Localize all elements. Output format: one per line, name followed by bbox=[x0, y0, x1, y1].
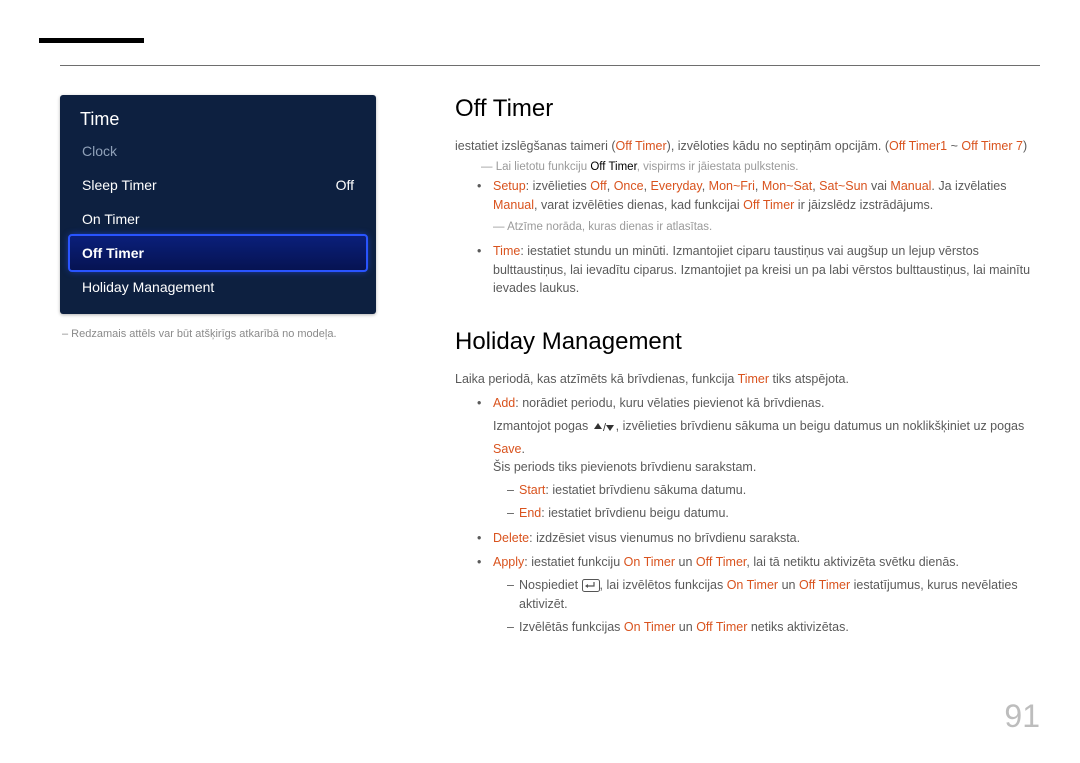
menu-item-label: Holiday Management bbox=[82, 279, 214, 295]
menu-title: Time bbox=[60, 95, 376, 134]
menu-item-off-timer[interactable]: Off Timer bbox=[70, 236, 366, 270]
top-divider bbox=[60, 65, 1040, 66]
up-down-arrows-icon: / bbox=[592, 420, 616, 440]
apply-dash-list: Nospiediet , lai izvēlētos funkcijas On … bbox=[507, 576, 1040, 636]
bullet-delete: Delete: izdzēsiet visus vienumus no brīv… bbox=[481, 529, 1040, 548]
bullet-add: Add: norādiet periodu, kuru vēlaties pie… bbox=[481, 394, 1040, 523]
menu-item-holiday-management[interactable]: Holiday Management bbox=[70, 270, 366, 304]
off-timer-lead: iestatiet izslēgšanas taimeri (Off Timer… bbox=[455, 139, 1040, 153]
svg-text:/: / bbox=[603, 422, 607, 434]
add-dash-list: Start: iestatiet brīvdienu sākuma datumu… bbox=[507, 481, 1040, 523]
menu-item-label: On Timer bbox=[82, 211, 140, 227]
dash-apply-2: Izvēlētās funkcijas On Timer un Off Time… bbox=[507, 618, 1040, 637]
menu-item-clock[interactable]: Clock bbox=[70, 134, 366, 168]
holiday-lead: Laika periodā, kas atzīmēts kā brīvdiena… bbox=[455, 372, 1040, 386]
dash-apply-1: Nospiediet , lai izvēlētos funkcijas On … bbox=[507, 576, 1040, 614]
off-timer-tip-1: Lai lietotu funkciju Off Timer, vispirms… bbox=[481, 161, 1040, 173]
menu-item-label: Clock bbox=[82, 143, 117, 159]
section-heading-holiday: Holiday Management bbox=[455, 328, 1040, 356]
menu-item-sleep-timer[interactable]: Sleep Timer Off bbox=[70, 168, 366, 202]
off-timer-bullets: Setup: izvēlieties Off, Once, Everyday, … bbox=[481, 177, 1040, 298]
accent-bar bbox=[39, 38, 144, 43]
add-sub2: Šis periods tiks pievienots brīvdienu sa… bbox=[493, 458, 1040, 477]
enter-icon bbox=[582, 579, 600, 592]
menu-list: Clock Sleep Timer Off On Timer Off Timer… bbox=[60, 134, 376, 314]
menu-item-label: Off Timer bbox=[82, 245, 144, 261]
menu-item-on-timer[interactable]: On Timer bbox=[70, 202, 366, 236]
section-heading-off-timer: Off Timer bbox=[455, 95, 1040, 123]
page-body: Time Clock Sleep Timer Off On Timer Off … bbox=[60, 95, 1040, 340]
bullet-time: Time: iestatiet stundu un minūti. Izmant… bbox=[481, 242, 1040, 298]
off-timer-tip-2: Atzīme norāda, kuras dienas ir atlasītas… bbox=[493, 219, 1040, 236]
bullet-apply: Apply: iestatiet funkciju On Timer un Of… bbox=[481, 553, 1040, 636]
holiday-bullets: Add: norādiet periodu, kuru vēlaties pie… bbox=[481, 394, 1040, 636]
menu-item-value: Off bbox=[336, 177, 354, 193]
dash-end: End: iestatiet brīvdienu beigu datumu. bbox=[507, 504, 1040, 523]
content-column: Off Timer iestatiet izslēgšanas taimeri … bbox=[455, 95, 1040, 642]
add-sub1: Izmantojot pogas /, izvēlieties brīvdien… bbox=[493, 417, 1040, 459]
page-number: 91 bbox=[1004, 698, 1040, 735]
time-menu-card: Time Clock Sleep Timer Off On Timer Off … bbox=[60, 95, 376, 314]
bullet-setup: Setup: izvēlieties Off, Once, Everyday, … bbox=[481, 177, 1040, 236]
dash-start: Start: iestatiet brīvdienu sākuma datumu… bbox=[507, 481, 1040, 500]
menu-item-label: Sleep Timer bbox=[82, 177, 157, 193]
